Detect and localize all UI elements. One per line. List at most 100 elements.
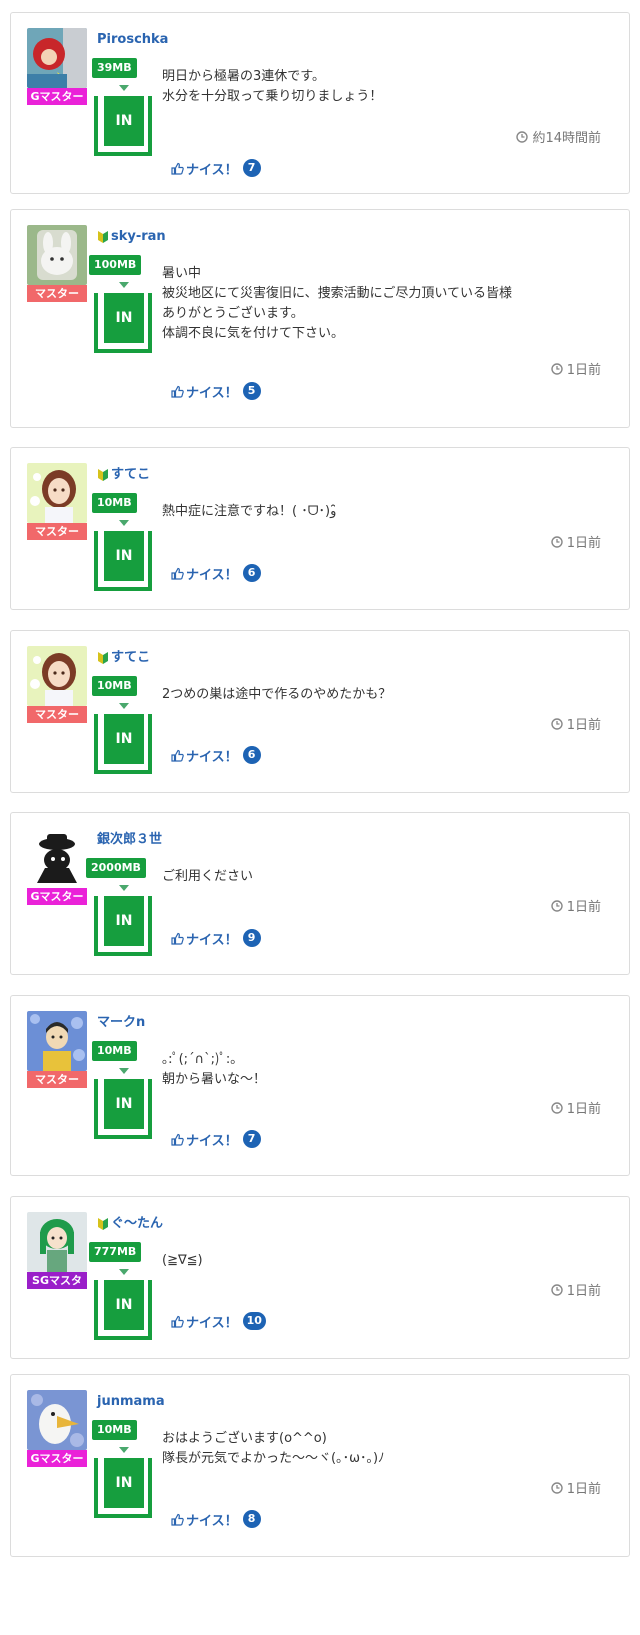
in-button-label: IN — [104, 1280, 144, 1330]
time-text: 1日前 — [566, 1102, 601, 1117]
clock-icon — [551, 1101, 563, 1114]
data-size-badge: 777MB — [89, 1242, 142, 1262]
in-button[interactable]: IN — [94, 531, 152, 591]
rank-badge: SGマスタ — [27, 1272, 87, 1289]
in-button-label: IN — [104, 714, 144, 764]
post-time: 1日前 — [551, 1478, 601, 1497]
username-text: Piroschka — [97, 32, 169, 47]
post-time: 1日前 — [551, 359, 601, 378]
avatar-white-rabbit-icon[interactable] — [27, 225, 87, 285]
post-card: マスター マークn 10MB IN ｡:ﾟ(;´∩`;)ﾟ:｡ 朝から暑いな〜！ 1日前 ナイ… — [10, 995, 630, 1176]
data-size-badge: 100MB — [89, 255, 142, 275]
beginner-leaf-icon — [97, 651, 109, 665]
message-line: おはようございます(o^^o) — [162, 1431, 327, 1446]
nice-count: 8 — [242, 1510, 261, 1528]
nice-count: 7 — [242, 159, 261, 177]
thumbs-up-icon — [171, 385, 184, 398]
rank-badge: Gマスター — [27, 1450, 87, 1467]
post-message: (≧∇≦) — [162, 1251, 203, 1271]
avatar-white-duck-icon[interactable] — [27, 1390, 87, 1450]
avatar-girl-brown-hair-icon[interactable] — [27, 646, 87, 706]
nice-button[interactable]: ナイス！ 8 — [171, 1509, 261, 1529]
data-size-badge: 10MB — [92, 493, 137, 513]
beginner-leaf-icon — [97, 1217, 109, 1231]
avatar-black-cat-hat-icon[interactable] — [27, 828, 87, 888]
thumbs-up-icon — [171, 749, 184, 762]
thumbs-up-icon — [171, 567, 184, 580]
username-link[interactable]: Piroschka — [97, 31, 168, 49]
in-button[interactable]: IN — [94, 1458, 152, 1518]
message-line: 明日から極暑の3連休です。 — [162, 69, 325, 84]
username-link[interactable]: すてこ — [97, 649, 150, 667]
username-link[interactable]: すてこ — [97, 466, 150, 484]
post-card: Gマスター 銀次郎３世 2000MB IN ご利用ください 1日前ナイス！ 9 — [10, 812, 630, 975]
thumbs-up-icon — [171, 932, 184, 945]
username-link[interactable]: ぐ〜たん — [97, 1215, 163, 1233]
nice-button[interactable]: ナイス！ 7 — [171, 1129, 261, 1149]
nice-label: ナイス！ — [186, 162, 238, 178]
in-button-label: IN — [104, 1458, 144, 1508]
in-button-label: IN — [104, 1079, 144, 1129]
nice-label: ナイス！ — [186, 1315, 238, 1331]
thumbs-up-icon — [171, 162, 184, 175]
in-button[interactable]: IN — [94, 96, 152, 156]
avatar-man-flowers-icon[interactable] — [27, 1011, 87, 1071]
rank-badge: マスター — [27, 1071, 87, 1088]
nice-count: 6 — [242, 564, 261, 582]
username-link[interactable]: 銀次郎３世 — [97, 831, 162, 849]
in-button[interactable]: IN — [94, 1280, 152, 1340]
clock-icon — [551, 717, 563, 730]
time-text: 1日前 — [566, 1482, 601, 1497]
in-button-label: IN — [104, 896, 144, 946]
data-size-badge: 39MB — [92, 58, 137, 78]
post-message: 明日から極暑の3連休です。 水分を十分取って乗り切りましょう！ — [162, 67, 382, 107]
message-line: (≧∇≦) — [162, 1253, 203, 1268]
avatar-red-hood-icon[interactable] — [27, 28, 87, 88]
avatar-girl-brown-hair-icon[interactable] — [27, 463, 87, 523]
username-text: sky-ran — [111, 229, 166, 244]
in-button-label: IN — [104, 96, 144, 146]
in-button[interactable]: IN — [94, 293, 152, 353]
down-arrow-icon — [119, 1068, 129, 1074]
username-link[interactable]: sky-ran — [97, 228, 166, 246]
username-text: マークn — [97, 1015, 146, 1030]
nice-button[interactable]: ナイス！ 6 — [171, 563, 261, 583]
in-button[interactable]: IN — [94, 1079, 152, 1139]
username-link[interactable]: junmama — [97, 1393, 165, 1411]
down-arrow-icon — [119, 520, 129, 526]
nice-label: ナイス！ — [186, 1513, 238, 1529]
time-text: 1日前 — [566, 363, 601, 378]
message-line: 体調不良に気を付けて下さい。 — [162, 326, 345, 341]
nice-label: ナイス！ — [186, 1133, 238, 1149]
message-line: ｡:ﾟ(;´∩`;)ﾟ:｡ — [162, 1052, 237, 1067]
avatar-green-hair-girl-icon[interactable] — [27, 1212, 87, 1272]
nice-button[interactable]: ナイス！ 10 — [171, 1311, 266, 1331]
in-button[interactable]: IN — [94, 896, 152, 956]
username-link[interactable]: マークn — [97, 1014, 145, 1032]
time-text: 約14時間前 — [532, 131, 601, 146]
data-size-badge: 10MB — [92, 1420, 137, 1440]
message-line: 暑い中 — [162, 266, 202, 281]
post-message: 暑い中 被災地区にて災害復旧に、捜索活動にご尽力頂いている皆様 ありがとうございます… — [162, 264, 512, 344]
message-line: 熱中症に注意ですね！( ･ᗜ･)و ̑̑ — [162, 504, 341, 519]
nice-button[interactable]: ナイス！ 6 — [171, 745, 261, 765]
nice-label: ナイス！ — [186, 567, 238, 583]
in-button[interactable]: IN — [94, 714, 152, 774]
time-text: 1日前 — [566, 536, 601, 551]
nice-button[interactable]: ナイス！ 5 — [171, 381, 261, 401]
message-line: 隊長が元気でよかった〜〜ヾ(｡･ω･｡)ﾉ — [162, 1451, 385, 1466]
post-time: 約14時間前 — [516, 127, 601, 146]
nice-button[interactable]: ナイス！ 9 — [171, 928, 261, 948]
time-text: 1日前 — [566, 900, 601, 915]
rank-badge: Gマスター — [27, 888, 87, 905]
nice-count: 5 — [242, 382, 261, 400]
nice-button[interactable]: ナイス！ 7 — [171, 158, 261, 178]
username-text: 銀次郎３世 — [97, 832, 163, 847]
thumbs-up-icon — [171, 1513, 184, 1526]
post-card: SGマスタ ぐ〜たん 777MB IN (≧∇≦) 1日前 ナイス！ 10 — [10, 1196, 630, 1359]
data-size-badge: 2000MB — [86, 858, 146, 878]
post-message: ご利用ください — [162, 867, 253, 887]
post-card: Gマスター Piroschka 39MB IN 明日から極暑の3連休です。 水分を十分取っ… — [10, 12, 630, 194]
post-card: マスター すてこ 10MB IN 2つめの巣は途中で作るのやめたかも？ 1日前 ナイス！ 6 — [10, 630, 630, 793]
rank-badge: マスター — [27, 706, 87, 723]
